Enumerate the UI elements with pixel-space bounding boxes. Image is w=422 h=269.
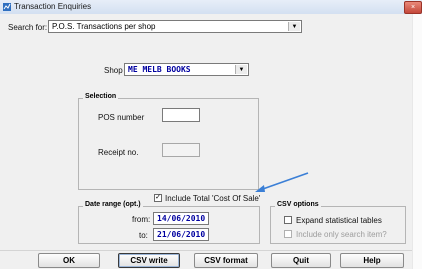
pos-number-input[interactable] bbox=[162, 108, 200, 122]
chevron-down-icon[interactable]: ▼ bbox=[288, 22, 300, 31]
shop-label: Shop bbox=[104, 66, 123, 75]
date-from-input[interactable]: 14/06/2010 bbox=[153, 212, 209, 225]
shop-value: ME MELB BOOKS bbox=[128, 65, 191, 74]
button-row-divider bbox=[0, 250, 412, 251]
expand-tables-checkbox[interactable] bbox=[284, 216, 292, 224]
receipt-no-input[interactable] bbox=[162, 143, 200, 157]
date-to-input[interactable]: 21/06/2010 bbox=[153, 228, 209, 241]
close-button[interactable]: × bbox=[404, 1, 422, 14]
include-cost-checkbox[interactable]: ✓ bbox=[154, 194, 162, 202]
close-icon: × bbox=[410, 4, 416, 11]
include-only-search-label: Include only search item? bbox=[296, 230, 387, 239]
window-title: Transaction Enquiries bbox=[14, 2, 92, 11]
include-cost-label: Include Total 'Cost Of Sale' bbox=[165, 194, 261, 203]
window-edge bbox=[412, 14, 422, 269]
csv-options-title: CSV options bbox=[275, 201, 321, 208]
search-for-label: Search for: bbox=[8, 23, 48, 32]
title-bar: Transaction Enquiries × bbox=[0, 0, 422, 15]
check-icon: ✓ bbox=[155, 194, 161, 201]
app-icon bbox=[3, 3, 11, 11]
pos-number-label: POS number bbox=[98, 113, 145, 122]
include-only-search-checkbox[interactable] bbox=[284, 230, 292, 238]
selection-title: Selection bbox=[83, 93, 119, 100]
chevron-down-icon[interactable]: ▼ bbox=[235, 65, 247, 74]
to-label: to: bbox=[139, 231, 148, 240]
receipt-no-label: Receipt no. bbox=[98, 148, 139, 157]
from-label: from: bbox=[132, 215, 151, 224]
csv-write-button[interactable]: CSV write bbox=[118, 253, 180, 268]
ok-button[interactable]: OK bbox=[38, 253, 100, 268]
search-for-value: P.O.S. Transactions per shop bbox=[52, 22, 156, 31]
quit-button[interactable]: Quit bbox=[271, 253, 331, 268]
expand-tables-label: Expand statistical tables bbox=[296, 216, 382, 225]
csv-format-button[interactable]: CSV format bbox=[194, 253, 258, 268]
shop-combo[interactable]: ME MELB BOOKS ▼ bbox=[124, 63, 249, 76]
annotation-arrow-icon bbox=[255, 172, 309, 192]
date-range-title: Date range (opt.) bbox=[83, 201, 143, 208]
search-for-combo[interactable]: P.O.S. Transactions per shop ▼ bbox=[48, 20, 302, 33]
help-button[interactable]: Help bbox=[340, 253, 404, 268]
